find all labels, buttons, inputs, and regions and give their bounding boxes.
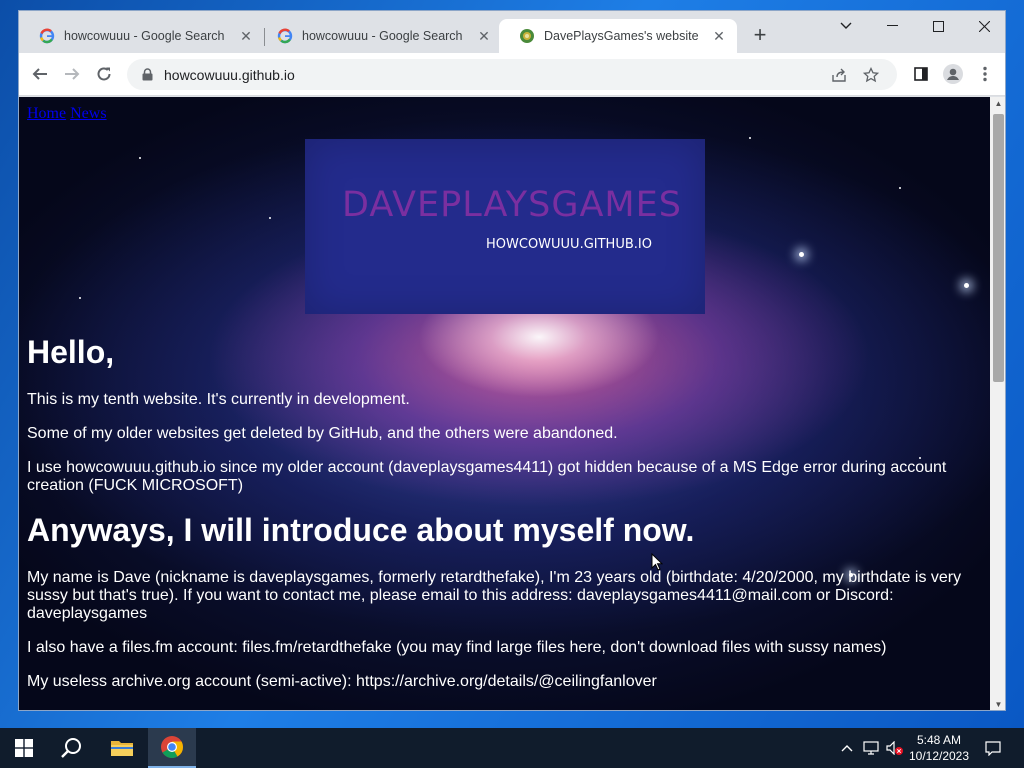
about-paragraph: My name is Dave (nickname is daveplaysga… (27, 569, 962, 622)
profile-avatar-icon[interactable] (940, 61, 966, 87)
reload-button[interactable] (91, 61, 117, 87)
close-window-button[interactable] (961, 11, 1005, 41)
browser-window: howcowuuu - Google Search ✕ howcowuuu - … (18, 10, 1006, 711)
tab-title: howcowuuu - Google Search (64, 29, 225, 43)
close-icon[interactable]: ✕ (711, 28, 727, 44)
star (79, 297, 81, 299)
close-icon[interactable]: ✕ (238, 28, 254, 44)
filesfm-paragraph: I also have a files.fm account: files.fm… (27, 639, 887, 656)
windows-logo-icon (15, 739, 33, 757)
side-panel-icon[interactable] (908, 61, 934, 87)
show-hidden-icons-icon[interactable] (838, 728, 856, 768)
nav-link-news[interactable]: News (70, 105, 106, 122)
tab-search-icon[interactable] (823, 11, 869, 41)
tab-strip: howcowuuu - Google Search ✕ howcowuuu - … (19, 11, 1005, 53)
tab-title: howcowuuu - Google Search (302, 29, 463, 43)
star (899, 187, 901, 189)
tab-daveplaysgames[interactable]: DavePlaysGames's website ✕ (499, 19, 737, 53)
forward-button[interactable] (59, 61, 85, 87)
clock-date: 10/12/2023 (908, 749, 970, 763)
star (799, 252, 804, 257)
site-icon (519, 28, 535, 44)
site-banner: DAVEPLAYSGAMES HOWCOWUUU.GITHUB.IO (305, 139, 705, 314)
maximize-button[interactable] (915, 11, 961, 41)
nav-link-home[interactable]: Home (27, 105, 66, 122)
google-icon (39, 28, 55, 44)
volume-muted-icon[interactable] (884, 728, 906, 768)
chrome-icon (161, 736, 183, 758)
star (139, 157, 141, 159)
close-icon[interactable]: ✕ (476, 28, 492, 44)
page-viewport: Home News DAVEPLAYSGAMES HOWCOWUUU.GITHUB… (19, 97, 990, 710)
site-nav: Home News (27, 105, 111, 123)
scroll-up-arrow-icon[interactable]: ▲ (990, 97, 1005, 111)
minimize-button[interactable] (869, 11, 915, 41)
notifications-icon[interactable] (978, 728, 1008, 768)
scrollbar-thumb[interactable] (993, 114, 1004, 382)
star (749, 137, 751, 139)
page-heading-hello: Hello, (27, 334, 115, 370)
account-paragraph: I use howcowuuu.github.io since my older… (27, 459, 947, 494)
back-button[interactable] (27, 61, 53, 87)
banner-subtitle: HOWCOWUUU.GITHUB.IO (486, 237, 652, 252)
browser-toolbar (19, 53, 1005, 96)
tab-google-search-1[interactable]: howcowuuu - Google Search ✕ (19, 19, 264, 53)
archive-paragraph: My useless archive.org account (semi-act… (27, 673, 657, 690)
banner-title: DAVEPLAYSGAMES (342, 185, 682, 225)
system-clock[interactable]: 5:48 AM 10/12/2023 (904, 732, 974, 764)
file-explorer-button[interactable] (98, 728, 146, 768)
star (269, 217, 271, 219)
mouse-cursor-icon (651, 553, 663, 571)
network-icon[interactable] (860, 728, 882, 768)
taskbar: 5:48 AM 10/12/2023 (0, 728, 1024, 768)
tab-google-search-2[interactable]: howcowuuu - Google Search ✕ (257, 19, 502, 53)
folder-icon (111, 741, 133, 756)
lock-icon[interactable] (140, 68, 154, 82)
share-icon[interactable] (830, 66, 848, 84)
scroll-down-arrow-icon[interactable]: ▼ (990, 698, 1005, 710)
about-heading: Anyways, I will introduce about myself n… (27, 512, 695, 548)
bookmark-star-icon[interactable] (862, 66, 880, 84)
google-icon (277, 28, 293, 44)
new-tab-button[interactable]: + (749, 24, 771, 47)
history-paragraph: Some of my older websites get deleted by… (27, 425, 618, 442)
clock-time: 5:48 AM (916, 733, 962, 747)
star (964, 283, 969, 288)
tab-title: DavePlaysGames's website (544, 29, 699, 43)
start-button[interactable] (0, 728, 48, 768)
page-scrollbar[interactable]: ▲ ▼ (990, 97, 1005, 710)
intro-paragraph: This is my tenth website. It's currently… (27, 391, 410, 408)
address-bar[interactable] (127, 59, 897, 90)
search-icon (61, 738, 81, 758)
menu-icon[interactable] (972, 61, 998, 87)
main-content: Hello, This is my tenth website. It's cu… (27, 333, 972, 707)
chrome-taskbar-button[interactable] (148, 728, 196, 768)
search-button[interactable] (48, 728, 96, 768)
url-field[interactable] (164, 66, 764, 83)
